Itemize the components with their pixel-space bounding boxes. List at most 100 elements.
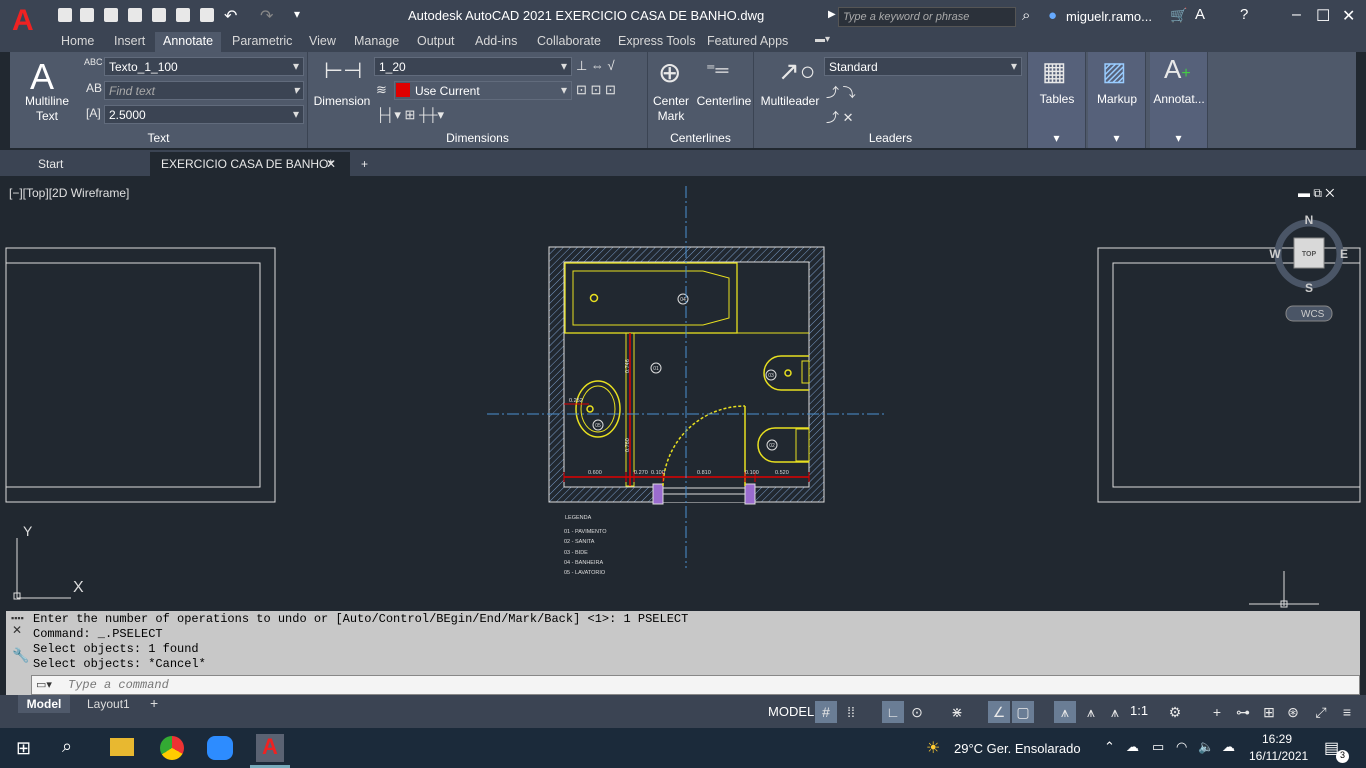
tab-model[interactable]: Model [18, 695, 70, 713]
multiline-text-button[interactable]: Multiline Text [16, 94, 78, 124]
weather-icon[interactable]: ☀ [926, 738, 940, 758]
remove-leader-icon[interactable]: ⤴ ✕ [826, 107, 854, 126]
plot-icon[interactable] [200, 8, 214, 22]
command-settings-icon[interactable]: 🔧 [12, 647, 29, 664]
markup-button[interactable]: Markup [1088, 92, 1146, 107]
find-replace-icon[interactable]: AB [86, 81, 102, 95]
markup-expand-icon[interactable]: ▾ [1088, 131, 1145, 145]
centerline-icon[interactable]: ⁼═ [706, 60, 728, 81]
autodesk-app-icon[interactable]: A [1195, 6, 1205, 23]
undo-icon[interactable]: ↶ [224, 6, 237, 26]
command-prompt-icon[interactable]: ▭▾ [36, 678, 52, 691]
tab-manage[interactable]: Manage [354, 34, 399, 48]
annotate-scale-icon[interactable]: A+ [1164, 54, 1191, 85]
multiline-text-icon[interactable]: A [30, 56, 54, 98]
text-style-dropdown[interactable]: Texto_1_100 [104, 57, 304, 76]
close-tab-icon[interactable]: ✕ [326, 157, 336, 171]
redo-icon[interactable]: ↷ [260, 6, 273, 26]
user-name[interactable]: miguelr.ramo... [1066, 9, 1152, 24]
scale-dropdown[interactable]: 1:1 [1130, 703, 1148, 718]
customize-qat-icon[interactable]: ▾ [294, 7, 300, 21]
dimension-button[interactable]: Dimension [310, 94, 374, 109]
ribbon-toggle-icon[interactable]: ▬▾ [815, 34, 830, 45]
viewcube-north[interactable]: N [1305, 213, 1314, 227]
command-grip-icon[interactable]: ▪▪▪▪ [11, 613, 24, 623]
units-icon[interactable]: ⊶ [1232, 701, 1254, 723]
center-mark-button[interactable]: Center Mark [648, 94, 694, 124]
zoom-icon[interactable] [207, 736, 233, 760]
cart-icon[interactable]: 🛒 [1170, 7, 1187, 24]
markup-icon[interactable]: ▨ [1102, 56, 1127, 87]
dimension-icon[interactable]: ⊢⊣ [324, 58, 362, 84]
tab-featured-apps[interactable]: Featured Apps [707, 34, 788, 48]
centerline-button[interactable]: Centerline [694, 94, 754, 109]
new-icon[interactable] [58, 8, 72, 22]
tab-annotate[interactable]: Annotate [155, 32, 222, 52]
tab-home[interactable]: Home [61, 34, 94, 48]
search-icon[interactable]: ⌕ [1022, 7, 1030, 24]
tab-current-drawing[interactable]: EXERCICIO CASA DE BANHO* [161, 157, 333, 171]
annotation-monitor-icon[interactable]: + [1206, 701, 1228, 723]
windows-start-icon[interactable]: ⊞ [16, 738, 31, 759]
wcs-label[interactable]: WCS [1301, 309, 1325, 320]
onedrive-icon[interactable]: ☁ [1222, 739, 1235, 755]
fullscreen-icon[interactable]: ⤢ [1310, 701, 1332, 723]
text-height-dropdown[interactable]: 2.5000 [104, 105, 304, 124]
object-snap-tracking-icon[interactable]: ∠ [988, 701, 1010, 723]
clock-date[interactable]: 16/11/2021 [1249, 749, 1308, 763]
user-icon[interactable]: ● [1048, 7, 1057, 24]
viewport-window-controls[interactable]: ▬ ⧉ ✕ [1298, 186, 1334, 201]
multileader-icon[interactable]: ↗○ [778, 56, 816, 87]
tab-add-ins[interactable]: Add-ins [475, 34, 517, 48]
open-web-icon[interactable] [152, 8, 166, 22]
viewcube-west[interactable]: W [1269, 247, 1281, 261]
polar-icon[interactable]: ⊙ [906, 701, 928, 723]
tab-express-tools[interactable]: Express Tools [618, 34, 696, 48]
auto-scale-icon[interactable]: ⩚ [1080, 701, 1102, 723]
quick-properties-icon[interactable]: ⊞ [1258, 701, 1280, 723]
osnap-icon[interactable]: ▢ [1012, 701, 1034, 723]
volume-icon[interactable]: 🔈 [1198, 739, 1214, 755]
dim-layer-dropdown[interactable]: Use Current [394, 81, 572, 100]
customization-icon[interactable]: ≡ [1336, 701, 1358, 723]
tab-view[interactable]: View [309, 34, 336, 48]
drawing-canvas[interactable]: 0.600 0.270 0.100 0.810 0.100 0.520 0.25… [3, 178, 1363, 608]
text-panel-label[interactable]: Text [10, 131, 307, 145]
isodraft-icon[interactable]: ⋇ [946, 701, 968, 723]
taskbar-search-icon[interactable]: ⌕ [62, 736, 72, 757]
dim-style-dropdown[interactable]: 1_20 [374, 57, 572, 76]
lock-ui-icon[interactable]: ⊛ [1282, 701, 1304, 723]
tables-button[interactable]: Tables [1028, 92, 1086, 107]
save-as-icon[interactable] [128, 8, 142, 22]
center-mark-icon[interactable]: ⊕ [658, 56, 681, 89]
table-icon[interactable]: ▦ [1042, 56, 1067, 87]
command-close-icon[interactable]: ✕ [12, 623, 22, 637]
find-text-input[interactable]: Find text [104, 81, 304, 100]
continue-dim-icon[interactable]: ├┤▾ ⊞ ┼┼▾ [376, 107, 444, 123]
workspace-gear-icon[interactable]: ⚙ [1164, 701, 1186, 723]
ortho-icon[interactable]: ∟ [882, 701, 904, 723]
tab-parametric[interactable]: Parametric [232, 34, 292, 48]
save-web-icon[interactable] [176, 8, 190, 22]
annotate-expand-icon[interactable]: ▾ [1150, 131, 1207, 145]
tab-collaborate[interactable]: Collaborate [537, 34, 601, 48]
minimize-icon[interactable]: – [1292, 6, 1301, 24]
tab-insert[interactable]: Insert [114, 34, 145, 48]
file-explorer-icon[interactable] [110, 738, 134, 756]
clock-time[interactable]: 16:29 [1262, 732, 1292, 746]
grid-icon[interactable]: # [815, 701, 837, 723]
dim-tools-icon[interactable]: ⊥ ⇔ √ [576, 58, 615, 74]
add-leader-icon[interactable]: ⤴ ⤵ [826, 82, 856, 101]
close-icon[interactable]: ✕ [1342, 6, 1355, 26]
tab-start[interactable]: Start [38, 157, 63, 171]
search-input[interactable]: Type a keyword or phrase [838, 7, 1016, 27]
help-icon[interactable]: ? [1240, 6, 1248, 23]
network-icon[interactable]: ☁ [1126, 739, 1139, 755]
multileader-button[interactable]: Multileader [756, 94, 824, 109]
tables-expand-icon[interactable]: ▾ [1028, 131, 1085, 145]
leaders-panel-label[interactable]: Leaders [754, 131, 1027, 145]
save-icon[interactable] [104, 8, 118, 22]
tab-layout1[interactable]: Layout1 [87, 697, 130, 711]
viewcube-east[interactable]: E [1340, 247, 1348, 261]
weather-text[interactable]: 29°C Ger. Ensolarado [954, 741, 1081, 756]
